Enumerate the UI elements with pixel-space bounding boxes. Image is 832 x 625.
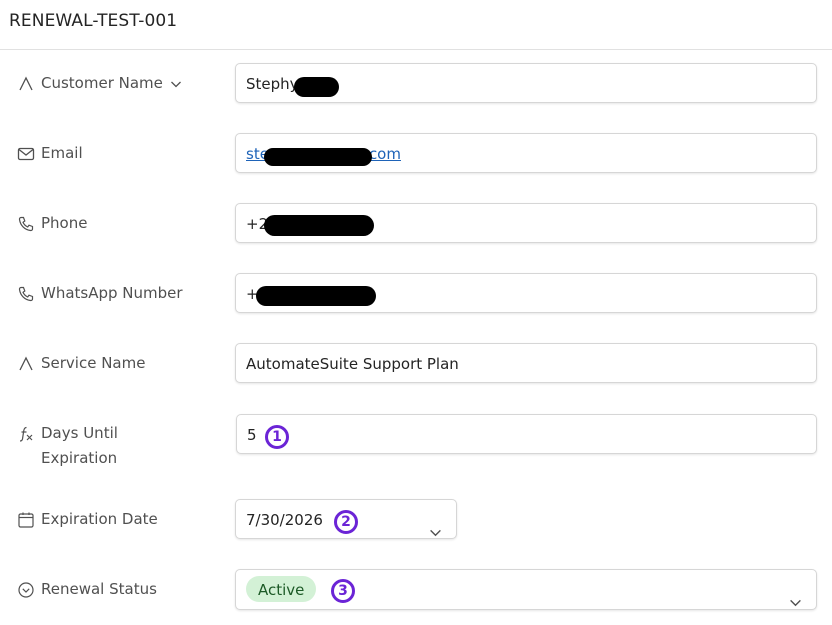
email-input[interactable]: ste com <box>235 133 817 173</box>
record-title: RENEWAL-TEST-001 <box>9 11 178 31</box>
record-header: RENEWAL-TEST-001 <box>0 0 832 50</box>
annotation-marker-3: 3 <box>331 579 355 603</box>
text-field-icon <box>17 75 35 93</box>
redaction-mark <box>294 77 339 97</box>
expiration-date-label: Expiration Date <box>17 507 158 532</box>
annotation-marker-2: 2 <box>334 510 358 534</box>
redaction-mark <box>264 215 374 236</box>
choice-icon <box>17 581 35 599</box>
mail-icon <box>17 145 35 163</box>
redaction-mark <box>264 148 372 166</box>
days-until-expiration-input[interactable]: 5 1 <box>236 414 817 454</box>
service-name-input[interactable]: AutomateSuite Support Plan <box>235 343 817 383</box>
phone-input[interactable]: +2 <box>235 203 817 243</box>
whatsapp-label: WhatsApp Number <box>17 281 183 306</box>
chevron-down-icon[interactable] <box>429 514 442 538</box>
renewal-status-label: Renewal Status <box>17 577 157 602</box>
expiration-date-picker[interactable]: 7/30/2026 2 <box>235 499 457 539</box>
chevron-down-icon[interactable] <box>170 73 182 98</box>
days-until-expiration-label: Days Until Expiration <box>17 421 161 471</box>
phone-icon <box>17 285 35 303</box>
customer-name-input[interactable]: Stephy <box>235 63 817 103</box>
text-field-icon <box>17 355 35 373</box>
phone-label: Phone <box>17 211 87 236</box>
phone-icon <box>17 215 35 233</box>
chevron-down-icon[interactable] <box>789 584 802 609</box>
renewal-status-dropdown[interactable]: Active 3 <box>235 569 817 610</box>
customer-name-label[interactable]: Customer Name <box>17 71 182 98</box>
service-name-label: Service Name <box>17 351 145 376</box>
status-badge: Active <box>246 576 317 602</box>
email-label: Email <box>17 141 83 166</box>
whatsapp-input[interactable]: + <box>235 273 817 313</box>
calendar-icon <box>17 511 35 529</box>
formula-icon <box>17 425 35 443</box>
redaction-mark <box>256 286 376 306</box>
annotation-marker-1: 1 <box>265 425 289 449</box>
email-link-end[interactable]: com <box>369 145 401 163</box>
